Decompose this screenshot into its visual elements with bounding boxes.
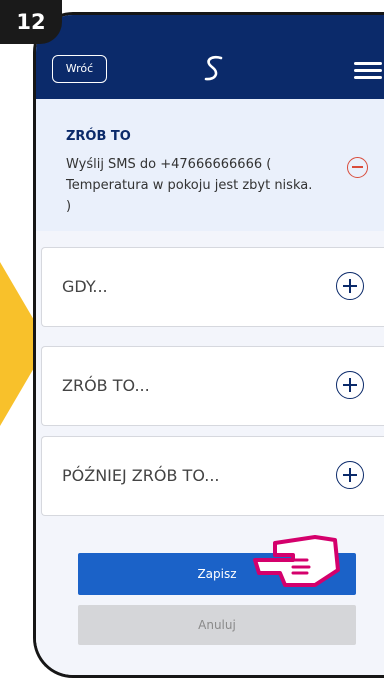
section-do[interactable]: ZRÓB TO... bbox=[41, 346, 384, 426]
section-later[interactable]: PÓŹNIEJ ZRÓB TO... bbox=[41, 436, 384, 516]
plus-circle-icon[interactable] bbox=[336, 371, 364, 399]
back-button[interactable]: Wróć bbox=[52, 55, 107, 83]
section-label: GDY... bbox=[62, 277, 108, 296]
cancel-button[interactable]: Anuluj bbox=[78, 605, 356, 645]
plus-circle-icon[interactable] bbox=[336, 272, 364, 300]
minus-circle-icon[interactable] bbox=[347, 157, 368, 178]
app-header: Wróć bbox=[36, 15, 384, 99]
action-card: ZRÓB TO Wyślij SMS do +47666666666 ( Tem… bbox=[36, 99, 384, 231]
section-label: ZRÓB TO... bbox=[62, 376, 150, 395]
section-label: PÓŹNIEJ ZRÓB TO... bbox=[62, 466, 220, 485]
hamburger-menu-icon[interactable] bbox=[354, 62, 382, 80]
action-title: ZRÓB TO bbox=[66, 129, 131, 144]
pointing-hand-icon bbox=[253, 535, 340, 587]
s-logo-icon bbox=[204, 55, 223, 81]
action-text: Wyślij SMS do +47666666666 ( Temperatura… bbox=[66, 157, 313, 214]
plus-circle-icon[interactable] bbox=[336, 461, 364, 489]
section-when[interactable]: GDY... bbox=[41, 247, 384, 327]
step-badge: 12 bbox=[0, 0, 62, 44]
